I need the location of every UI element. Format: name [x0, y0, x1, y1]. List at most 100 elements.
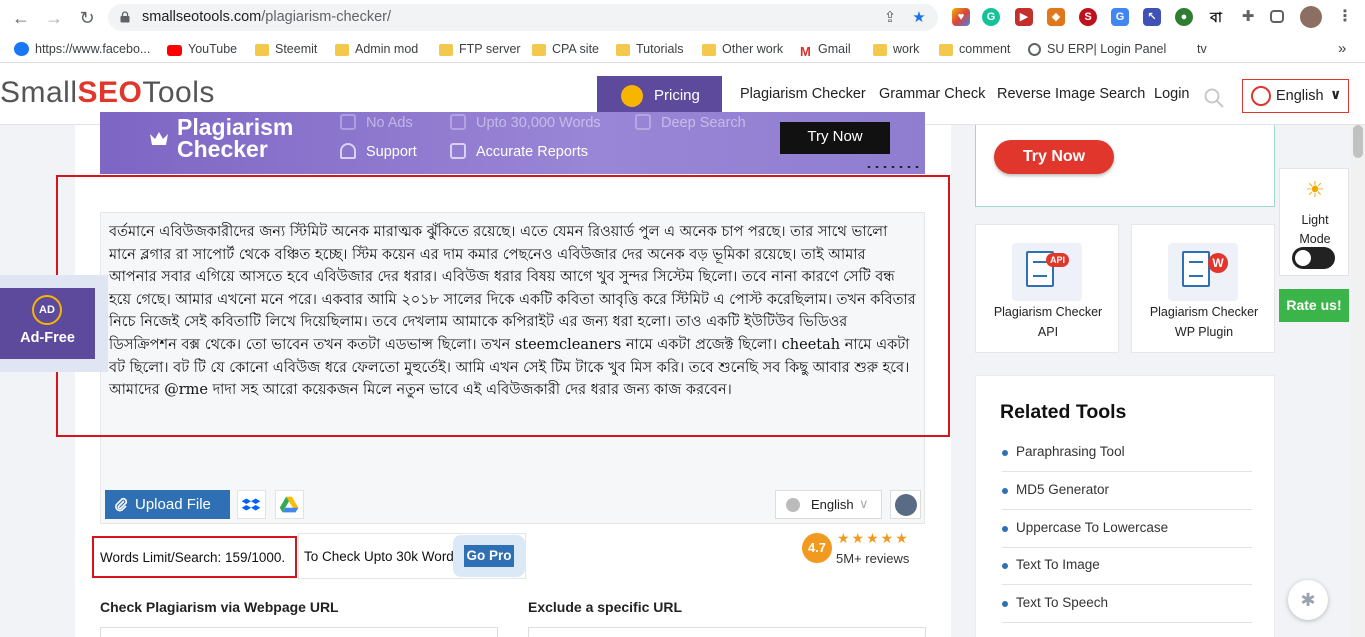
- wordpress-document-icon: W: [1168, 243, 1238, 301]
- exclude-url-input[interactable]: [528, 627, 926, 637]
- google-drive-icon: [279, 496, 299, 513]
- profile-avatar[interactable]: [1300, 6, 1322, 28]
- pro-banner[interactable]: Plagiarism Checker No Ads Upto 30,000 Wor…: [100, 112, 925, 174]
- bookmark-admin-mod[interactable]: Admin mod: [335, 40, 418, 58]
- address-bar[interactable]: smallseotools.com/plagiarism-checker/ ⇪ …: [108, 4, 938, 31]
- folder-icon: [873, 44, 887, 56]
- banner-title: Plagiarism Checker: [177, 114, 294, 162]
- page-scrollbar[interactable]: [1351, 125, 1365, 637]
- nav-reverse-image-search[interactable]: Reverse Image Search: [997, 86, 1145, 102]
- bookmark-youtube[interactable]: YouTube: [167, 40, 237, 58]
- folder-icon: [616, 44, 630, 56]
- nav-login[interactable]: Login: [1154, 86, 1189, 102]
- bookmark-cpa-site[interactable]: CPA site: [532, 40, 599, 58]
- related-tool-item[interactable]: Text To Image: [1002, 547, 1252, 585]
- report-icon: [450, 143, 466, 159]
- sun-icon: ☀: [1305, 177, 1325, 202]
- nav-plagiarism-checker[interactable]: Plagiarism Checker: [732, 86, 874, 124]
- bookmarks-bar: https://www.facebo... YouTube Steemit Ad…: [0, 35, 1365, 63]
- no-ad-icon: AD: [32, 295, 62, 325]
- highlight-outline-text: [56, 175, 950, 437]
- crown-icon: [150, 132, 168, 145]
- nav-grammar-check[interactable]: Grammar Check: [879, 86, 985, 102]
- bookmark-other-work[interactable]: Other work: [702, 40, 783, 58]
- feature-no-ads: No Ads: [340, 114, 413, 131]
- globe-icon: [1028, 43, 1041, 56]
- ad-free-button[interactable]: AD Ad-Free: [0, 288, 95, 359]
- api-plugin-card[interactable]: API Plagiarism Checker API: [975, 224, 1119, 353]
- rating-stars: ★★★★★: [837, 530, 910, 546]
- sidebar-try-now-button[interactable]: Try Now: [994, 140, 1114, 174]
- cursor-extension-icon[interactable]: ↖: [1143, 8, 1161, 26]
- dropbox-button[interactable]: [237, 490, 266, 519]
- banner-try-now-button[interactable]: Try Now: [780, 122, 890, 154]
- grammarly-icon[interactable]: G: [982, 8, 1000, 26]
- globe-extension-icon[interactable]: ●: [1175, 8, 1193, 26]
- related-tools-title: Related Tools: [1000, 401, 1127, 423]
- related-tool-item[interactable]: MD5 Generator: [1002, 472, 1252, 510]
- chevron-down-icon: ∨: [859, 496, 869, 511]
- words-limit-box: Words Limit/Search: 159/1000.: [92, 536, 297, 578]
- deep-search-icon: [635, 114, 651, 130]
- video-extension-icon[interactable]: ▶: [1015, 8, 1033, 26]
- language-selector[interactable]: English ∨: [1242, 79, 1349, 113]
- bookmarks-overflow-icon[interactable]: »: [1338, 40, 1346, 58]
- bookmark-tv[interactable]: tv: [1197, 40, 1207, 58]
- bookmark-ftp-server[interactable]: FTP server: [439, 40, 521, 58]
- folder-icon: [439, 44, 453, 56]
- text-language-select[interactable]: English ∨: [775, 490, 882, 519]
- folder-icon: [532, 44, 546, 56]
- feature-accurate-reports: Accurate Reports: [450, 143, 588, 160]
- go-pro-button[interactable]: Go Pro: [453, 535, 525, 577]
- bug-report-icon[interactable]: ✱: [1288, 580, 1328, 620]
- site-logo[interactable]: SmallSEOTools: [0, 76, 215, 110]
- chevron-down-icon: ∨: [1330, 86, 1342, 102]
- reload-icon[interactable]: ↻: [75, 6, 99, 30]
- no-ads-icon: [340, 114, 356, 130]
- robot-icon: [895, 494, 917, 516]
- menu-kebab-icon[interactable]: ⋮: [1336, 8, 1354, 26]
- upload-file-button[interactable]: Upload File: [105, 490, 230, 519]
- bookmark-steemit[interactable]: Steemit: [255, 40, 317, 58]
- light-mode-toggle[interactable]: [1292, 247, 1335, 269]
- folder-icon: [255, 44, 269, 56]
- bookmark-tutorials[interactable]: Tutorials: [616, 40, 683, 58]
- related-tool-item[interactable]: Paraphrasing Tool: [1002, 434, 1252, 472]
- extensions-puzzle-icon[interactable]: ✚: [1239, 8, 1257, 26]
- browser-toolbar: ← → ↻ smallseotools.com/plagiarism-check…: [0, 0, 1365, 35]
- bookmark-comment[interactable]: comment: [939, 40, 1010, 58]
- rate-us-button[interactable]: Rate us!: [1279, 289, 1349, 322]
- bookmark-gmail[interactable]: M Gmail: [800, 40, 851, 59]
- pricing-button[interactable]: Pricing: [597, 76, 722, 116]
- api-document-icon: API: [1012, 243, 1082, 301]
- share-icon[interactable]: ⇪: [880, 8, 900, 28]
- back-arrow-icon[interactable]: ←: [9, 6, 33, 30]
- bookmark-su-erp[interactable]: SU ERP| Login Panel: [1028, 40, 1166, 58]
- related-tool-item[interactable]: Text To Speech: [1002, 585, 1252, 623]
- translate-icon[interactable]: G: [1111, 8, 1129, 26]
- bookmark-facebook[interactable]: https://www.facebo...: [14, 40, 150, 58]
- webpage-url-input[interactable]: [100, 627, 498, 637]
- extension-heart-icon[interactable]: ♥: [952, 8, 970, 26]
- folder-icon: [702, 44, 716, 56]
- bookmark-star-icon[interactable]: ★: [909, 8, 929, 28]
- wp-plugin-card[interactable]: W Plagiarism Checker WP Plugin: [1131, 224, 1275, 353]
- search-icon[interactable]: [1204, 88, 1224, 108]
- feature-words: Upto 30,000 Words: [450, 114, 601, 131]
- scrollbar-thumb[interactable]: [1353, 125, 1363, 158]
- paperclip-icon: [115, 497, 128, 512]
- steem-extension-icon[interactable]: S: [1079, 8, 1097, 26]
- folder-icon: [335, 44, 349, 56]
- captcha-robot-button[interactable]: [890, 490, 921, 519]
- google-drive-button[interactable]: [275, 490, 304, 519]
- forward-arrow-icon[interactable]: →: [42, 6, 66, 30]
- side-panel-icon[interactable]: [1270, 10, 1284, 23]
- exclude-url-label: Exclude a specific URL: [528, 599, 683, 615]
- bangla-extension-icon[interactable]: বা: [1207, 8, 1225, 26]
- rating-score: 4.7: [802, 533, 832, 563]
- bookmark-work[interactable]: work: [873, 40, 919, 58]
- feature-deep-search: Deep Search: [635, 114, 746, 131]
- metamask-icon[interactable]: ◆: [1047, 8, 1065, 26]
- webpage-url-label: Check Plagiarism via Webpage URL: [100, 599, 339, 615]
- related-tool-item[interactable]: Uppercase To Lowercase: [1002, 510, 1252, 548]
